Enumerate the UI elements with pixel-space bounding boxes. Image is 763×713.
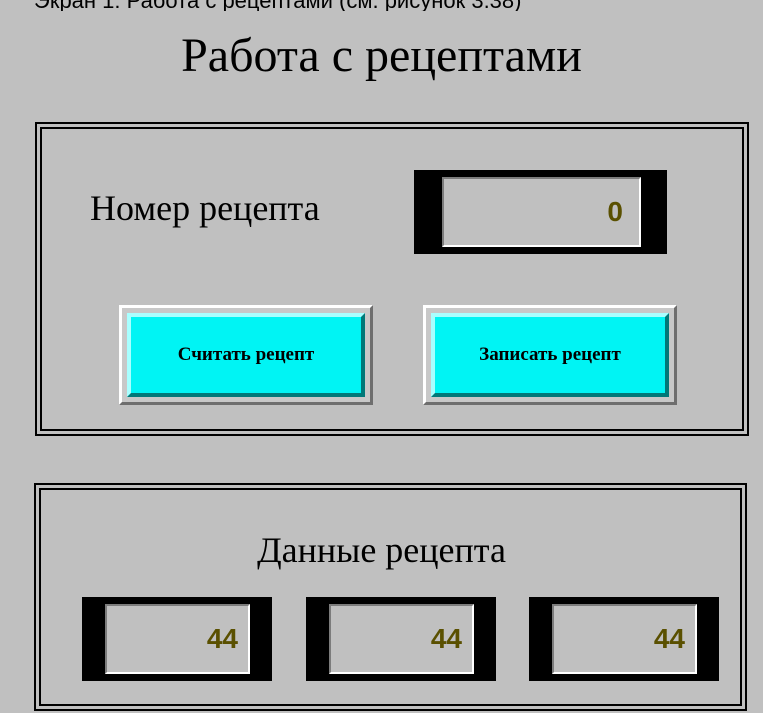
recipe-number-value[interactable]: 0 [442,177,641,247]
read-recipe-button-label[interactable]: Считать рецепт [127,313,365,397]
clipped-caption: Экран 1: Работа с рецептами (см. рисунок… [34,0,734,11]
read-recipe-button[interactable]: Считать рецепт [119,305,373,405]
recipe-data-value-2[interactable]: 44 [329,604,474,674]
screen-title: Работа с рецептами [181,29,582,82]
recipe-data-value-1[interactable]: 44 [105,604,250,674]
recipe-data-display-3[interactable]: 44 [529,597,719,681]
write-recipe-button[interactable]: Записать рецепт [423,305,677,405]
recipe-data-display-1[interactable]: 44 [82,597,272,681]
recipe-data-value-3[interactable]: 44 [552,604,697,674]
recipe-number-label: Номер рецепта [90,188,320,228]
recipe-data-display-2[interactable]: 44 [306,597,496,681]
write-recipe-button-label[interactable]: Записать рецепт [431,313,669,397]
recipe-number-display[interactable]: 0 [414,170,667,254]
recipe-data-title: Данные рецепта [257,530,506,570]
